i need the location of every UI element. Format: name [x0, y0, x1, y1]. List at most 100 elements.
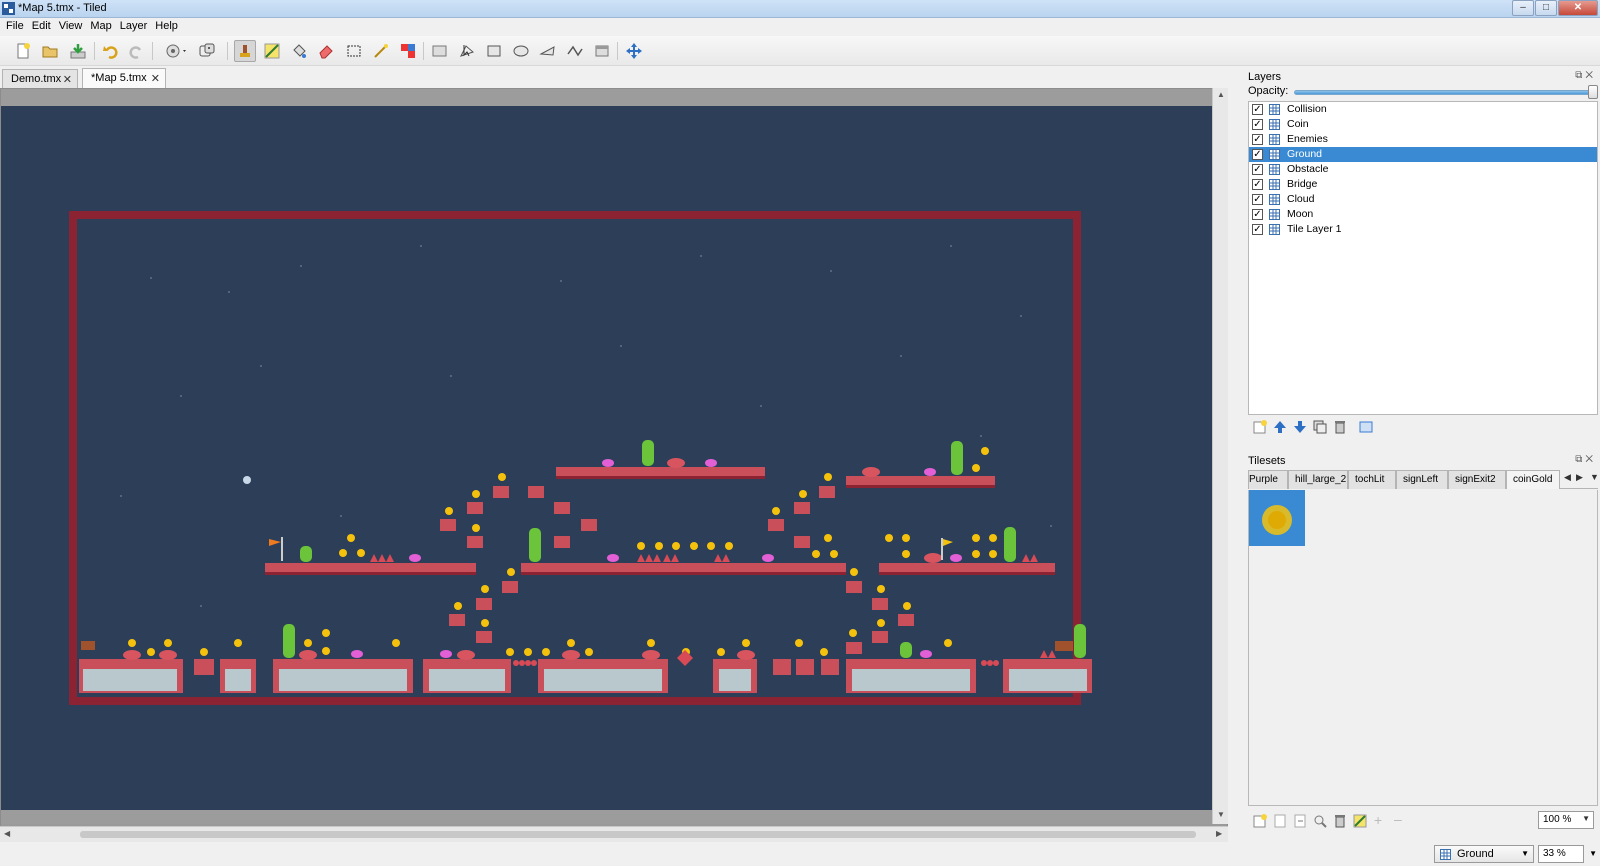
- visibility-checkbox[interactable]: ✓: [1252, 164, 1263, 175]
- close-tab-icon[interactable]: ✕: [151, 72, 160, 85]
- tileset-view[interactable]: [1248, 490, 1598, 806]
- insert-image-icon[interactable]: [429, 40, 451, 62]
- opacity-slider-handle[interactable]: [1588, 85, 1598, 99]
- menu-help[interactable]: Help: [155, 18, 186, 36]
- tileset-tab-signexit2[interactable]: signExit2: [1448, 470, 1506, 489]
- tileset-tab-purple[interactable]: Purple: [1248, 470, 1288, 489]
- scroll-up-icon[interactable]: ▲: [1217, 90, 1225, 99]
- open-folder-icon[interactable]: [39, 40, 61, 62]
- visibility-checkbox[interactable]: ✓: [1252, 224, 1263, 235]
- random-mode-icon[interactable]: [162, 40, 192, 62]
- layer-name: Ground: [1287, 148, 1323, 160]
- insert-ellipse-icon[interactable]: [510, 40, 532, 62]
- insert-polyline-icon[interactable]: [564, 40, 586, 62]
- lower-layer-icon[interactable]: [1292, 419, 1308, 435]
- menu-view[interactable]: View: [59, 18, 91, 36]
- layer-row-ground[interactable]: ✓ Ground: [1249, 147, 1597, 162]
- visibility-checkbox[interactable]: ✓: [1252, 179, 1263, 190]
- magic-wand-icon[interactable]: [370, 40, 392, 62]
- scroll-down-icon[interactable]: ▼: [1217, 810, 1225, 819]
- opacity-slider[interactable]: [1294, 90, 1594, 95]
- menu-layer[interactable]: Layer: [120, 18, 156, 36]
- current-layer-select[interactable]: Ground ▼: [1434, 845, 1534, 863]
- layer-row-obstacle[interactable]: ✓ Obstacle: [1249, 162, 1597, 177]
- main-toolbar: [0, 36, 1600, 66]
- map-render[interactable]: [1, 106, 1212, 810]
- move-tool-icon[interactable]: [623, 40, 645, 62]
- tileset-tab-tochlit[interactable]: tochLit: [1348, 470, 1396, 489]
- tile-layer-icon: [1440, 849, 1451, 860]
- menu-map[interactable]: Map: [90, 18, 119, 36]
- select-same-tile-icon[interactable]: [397, 40, 419, 62]
- zoom-in-icon[interactable]: +: [1374, 812, 1382, 828]
- stamp-brush-icon[interactable]: [234, 40, 256, 62]
- new-file-icon[interactable]: [12, 40, 34, 62]
- tileset-properties-icon[interactable]: [1312, 813, 1328, 829]
- duplicate-layer-icon[interactable]: [1312, 419, 1328, 435]
- tab-scroll-right-icon[interactable]: ▶: [1576, 472, 1583, 483]
- layer-row-enemies[interactable]: ✓ Enemies: [1249, 132, 1597, 147]
- visibility-checkbox[interactable]: ✓: [1252, 149, 1263, 160]
- delete-layer-icon[interactable]: [1332, 419, 1348, 435]
- scroll-left-icon[interactable]: ◀: [4, 829, 10, 838]
- maximize-button[interactable]: □: [1535, 0, 1557, 16]
- layer-row-moon[interactable]: ✓ Moon: [1249, 207, 1597, 222]
- visibility-checkbox[interactable]: ✓: [1252, 209, 1263, 220]
- layer-row-coin[interactable]: ✓ Coin: [1249, 117, 1597, 132]
- layer-row-collision[interactable]: ✓ Collision: [1249, 102, 1597, 117]
- map-zoom-select[interactable]: 33 % ▼: [1538, 845, 1597, 863]
- menu-edit[interactable]: Edit: [32, 18, 59, 36]
- layer-row-cloud[interactable]: ✓ Cloud: [1249, 192, 1597, 207]
- edit-terrain-icon[interactable]: [1352, 813, 1368, 829]
- eraser-icon[interactable]: [315, 40, 337, 62]
- remove-tileset-icon[interactable]: [1332, 813, 1348, 829]
- redo-icon[interactable]: [125, 40, 147, 62]
- tileset-tab-hill-large-2[interactable]: hill_large_2: [1288, 470, 1348, 489]
- terrain-brush-icon[interactable]: [261, 40, 283, 62]
- scroll-right-icon[interactable]: ▶: [1216, 829, 1222, 838]
- layer-name: Moon: [1287, 208, 1314, 220]
- vertical-scrollbar[interactable]: ▲ ▼: [1212, 88, 1228, 824]
- layer-row-tile-layer-1[interactable]: ✓ Tile Layer 1: [1249, 222, 1597, 237]
- visibility-checkbox[interactable]: ✓: [1252, 119, 1263, 130]
- close-tab-icon[interactable]: ✕: [63, 73, 72, 86]
- selected-tile[interactable]: [1249, 490, 1305, 546]
- visibility-checkbox[interactable]: ✓: [1252, 134, 1263, 145]
- insert-rectangle-icon[interactable]: [483, 40, 505, 62]
- new-layer-icon[interactable]: [1252, 419, 1268, 435]
- new-tileset-icon[interactable]: [1252, 813, 1268, 829]
- close-window-button[interactable]: ✕: [1558, 0, 1598, 16]
- import-tileset-icon[interactable]: [1272, 813, 1288, 829]
- dock-float-close-icons[interactable]: ⧉✕: [1575, 70, 1596, 81]
- layer-name: Cloud: [1287, 193, 1315, 205]
- tileset-tab-signleft[interactable]: signLeft: [1396, 470, 1448, 489]
- bucket-fill-icon[interactable]: [288, 40, 310, 62]
- visibility-checkbox[interactable]: ✓: [1252, 104, 1263, 115]
- dice-icon[interactable]: [196, 40, 218, 62]
- tab-list-dropdown-icon[interactable]: ▼: [1590, 472, 1599, 482]
- zoom-out-icon[interactable]: –: [1394, 811, 1402, 827]
- layer-name: Obstacle: [1287, 163, 1329, 175]
- tab-scroll-left-icon[interactable]: ◀: [1564, 472, 1571, 483]
- horizontal-scroll-thumb[interactable]: [80, 831, 1196, 838]
- minimize-button[interactable]: –: [1512, 0, 1534, 16]
- edit-polygons-icon[interactable]: [456, 40, 478, 62]
- layer-name: Collision: [1287, 103, 1327, 115]
- export-tileset-icon[interactable]: [1292, 813, 1308, 829]
- horizontal-scrollbar[interactable]: ◀ ▶: [0, 826, 1228, 842]
- toggle-other-layers-icon[interactable]: [1358, 419, 1374, 435]
- raise-layer-icon[interactable]: [1272, 419, 1288, 435]
- tab-demo[interactable]: Demo.tmx ✕: [2, 69, 78, 88]
- tab-map5[interactable]: *Map 5.tmx ✕: [82, 68, 166, 88]
- dock-float-close-icons[interactable]: ⧉✕: [1575, 454, 1596, 465]
- rectangle-select-icon[interactable]: [343, 40, 365, 62]
- menu-file[interactable]: File: [6, 18, 32, 36]
- visibility-checkbox[interactable]: ✓: [1252, 194, 1263, 205]
- undo-icon[interactable]: [100, 40, 122, 62]
- tileset-zoom-select[interactable]: 100 % ▼: [1538, 811, 1594, 829]
- tileset-tab-coingold[interactable]: coinGold: [1506, 470, 1560, 489]
- layer-row-bridge[interactable]: ✓ Bridge: [1249, 177, 1597, 192]
- save-icon[interactable]: [67, 40, 89, 62]
- insert-polygon-icon[interactable]: [537, 40, 559, 62]
- insert-tile-icon[interactable]: [591, 40, 613, 62]
